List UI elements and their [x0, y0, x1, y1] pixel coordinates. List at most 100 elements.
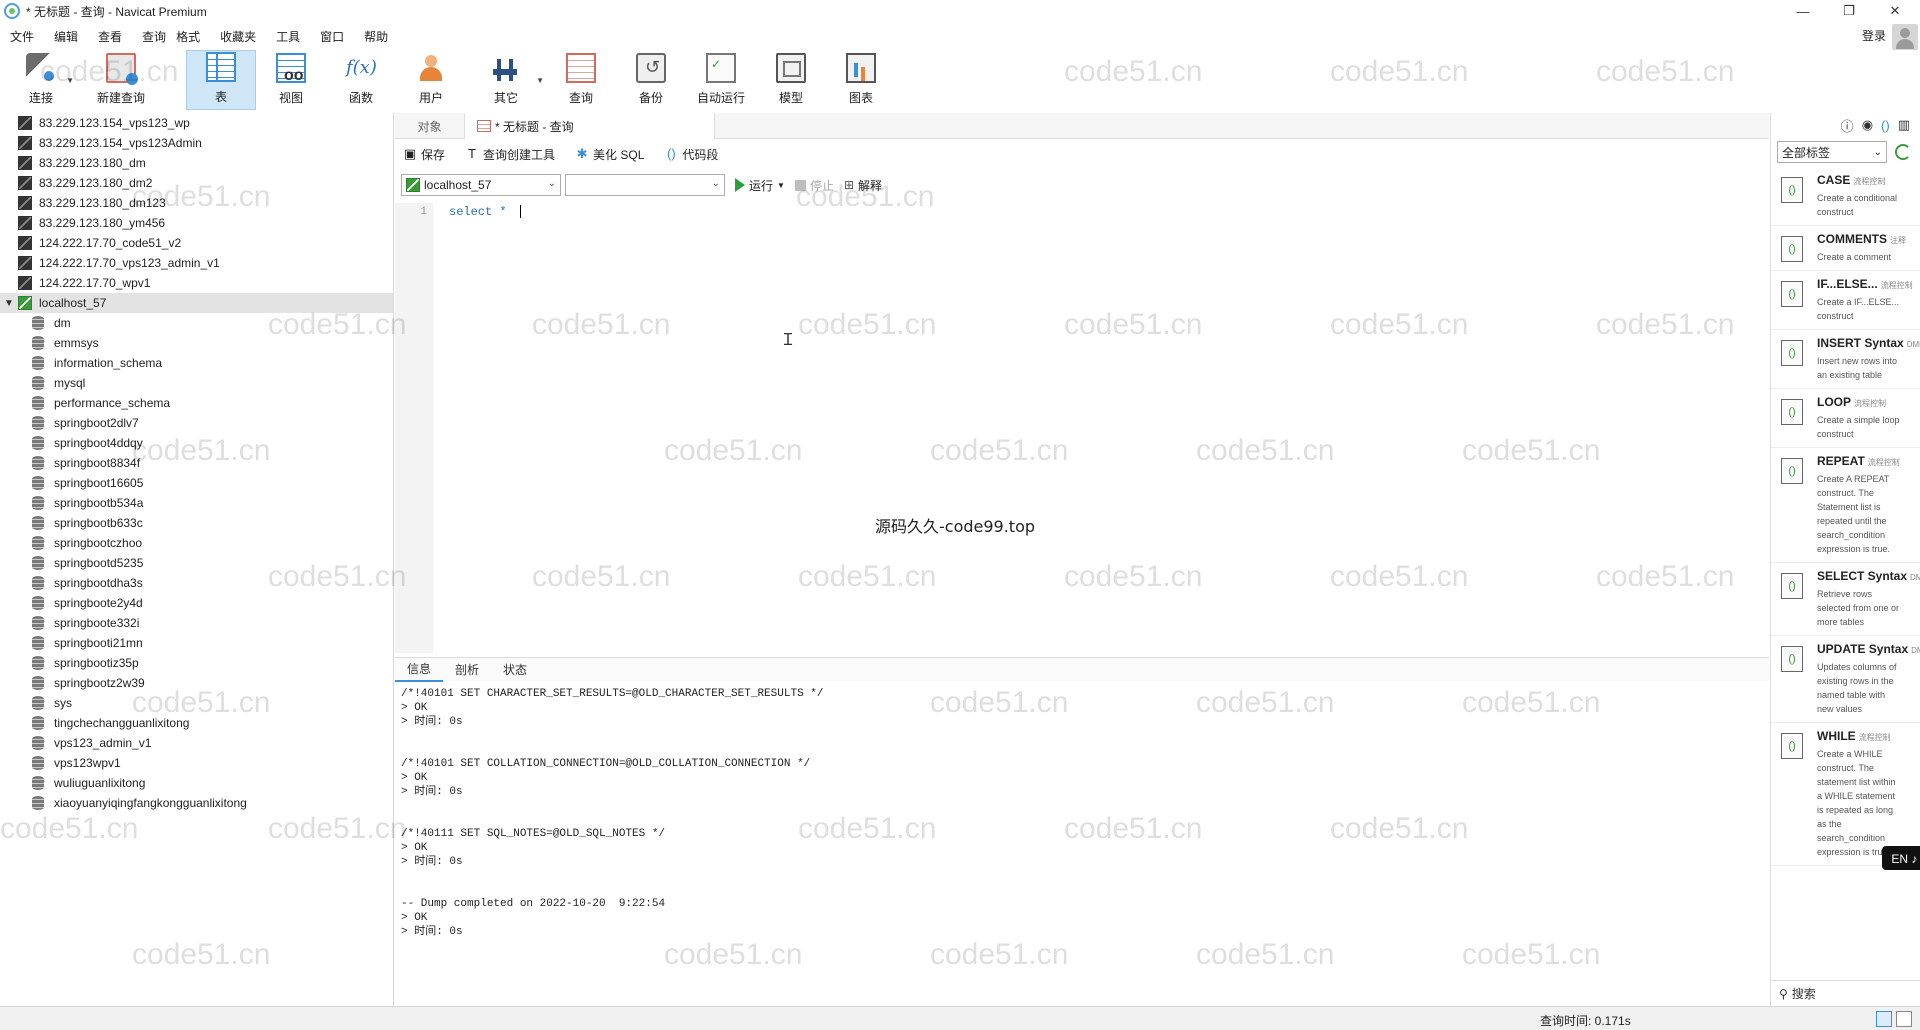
- tree-database[interactable]: springboote332i: [0, 613, 393, 633]
- tree-database[interactable]: mysql: [0, 373, 393, 393]
- tree-database[interactable]: springbootczhoo: [0, 533, 393, 553]
- info-icon[interactable]: ⓘ: [1841, 116, 1854, 135]
- tree-connection[interactable]: 83.229.123.154_vps123Admin: [0, 133, 393, 153]
- snippet-item[interactable]: () WHILE 流程控制 Create a WHILE construct. The…: [1771, 723, 1920, 866]
- sql-code[interactable]: select *: [449, 203, 521, 221]
- snippet-item[interactable]: ()INSERT SyntaxDMLInsert new rows into a…: [1771, 330, 1920, 389]
- model-button[interactable]: 模型: [756, 50, 826, 110]
- chevron-down-icon[interactable]: ▼: [536, 76, 544, 85]
- chevron-down-icon[interactable]: ▼: [777, 181, 785, 190]
- eye-icon[interactable]: ◉: [1862, 117, 1873, 133]
- tree-connection[interactable]: 124.222.17.70_wpv1: [0, 273, 393, 293]
- minimize-button[interactable]: —: [1780, 0, 1826, 22]
- user-button[interactable]: 用户: [396, 50, 466, 110]
- snippet-item[interactable]: () COMMENTS 注释 Create a comment: [1771, 226, 1920, 271]
- code-snippet-button[interactable]: () 代码段: [656, 146, 718, 163]
- beautify-sql-button[interactable]: ✱ 美化 SQL: [567, 146, 645, 163]
- tree-database[interactable]: tingchechangguanlixitong: [0, 713, 393, 733]
- tree-database[interactable]: springbootdha3s: [0, 573, 393, 593]
- run-button[interactable]: 运行 ▼: [735, 177, 785, 194]
- function-button[interactable]: 函数: [326, 50, 396, 110]
- maximize-button[interactable]: ❐: [1826, 0, 1872, 22]
- view-button[interactable]: 视图: [256, 50, 326, 110]
- tree-database[interactable]: vps123wpv1: [0, 753, 393, 773]
- tree-database[interactable]: xiaoyuanyiqingfangkongguanlixitong: [0, 793, 393, 813]
- other-button[interactable]: 其它 ▼: [466, 50, 546, 110]
- snippet-item[interactable]: () REPEAT 流程控制 Create A REPEAT construct. T…: [1771, 448, 1920, 563]
- tree-database[interactable]: emmsys: [0, 333, 393, 353]
- tree-database[interactable]: springbootiz35p: [0, 653, 393, 673]
- menu-format[interactable]: 格式: [176, 28, 210, 45]
- auto-run-button[interactable]: 自动运行: [686, 50, 756, 110]
- menu-file[interactable]: 文件: [0, 28, 44, 45]
- close-button[interactable]: ✕: [1872, 0, 1918, 22]
- menu-tools[interactable]: 工具: [266, 28, 310, 45]
- layout-icon[interactable]: ▥: [1898, 117, 1910, 133]
- snippet-item[interactable]: () IF...ELSE... 流程控制 Create a IF...ELSE... …: [1771, 271, 1920, 330]
- query-builder-button[interactable]: T 查询创建工具: [457, 146, 555, 163]
- menu-view[interactable]: 查看: [88, 28, 132, 45]
- database-select[interactable]: ⌄: [565, 174, 725, 196]
- tree-database[interactable]: springboot8834f: [0, 453, 393, 473]
- list-view-icon[interactable]: [1876, 1011, 1892, 1027]
- snippet-item[interactable]: ()UPDATE SyntaxDMLUpdates columns of exi…: [1771, 636, 1920, 723]
- chevron-down-icon[interactable]: ▼: [4, 298, 14, 309]
- tree-database[interactable]: springbootb633c: [0, 513, 393, 533]
- explain-button[interactable]: ⊞ 解释: [844, 177, 882, 194]
- tab-objects[interactable]: 对象: [395, 113, 465, 139]
- tree-database[interactable]: springboot2dlv7: [0, 413, 393, 433]
- tree-database[interactable]: vps123_admin_v1: [0, 733, 393, 753]
- stop-button[interactable]: 停止: [794, 177, 834, 194]
- tab-profile[interactable]: 剖析: [443, 658, 491, 682]
- tree-database[interactable]: springboot4ddqy: [0, 433, 393, 453]
- tree-database[interactable]: springbootz2w39: [0, 673, 393, 693]
- refresh-icon[interactable]: [1895, 144, 1911, 160]
- snippet-search-input[interactable]: ⚲ 搜索: [1771, 980, 1920, 1006]
- save-button[interactable]: ▣ 保存: [395, 146, 445, 163]
- tree-database[interactable]: performance_schema: [0, 393, 393, 413]
- tree-connection[interactable]: 83.229.123.180_dm123: [0, 193, 393, 213]
- tree-connection[interactable]: 83.229.123.180_dm: [0, 153, 393, 173]
- braces-icon[interactable]: (): [1881, 118, 1890, 133]
- chart-button[interactable]: 图表: [826, 50, 896, 110]
- table-button[interactable]: 表: [186, 50, 256, 110]
- tree-database[interactable]: dm: [0, 313, 393, 333]
- snippet-item[interactable]: () CASE 流程控制 Create a conditional construct: [1771, 167, 1920, 226]
- avatar[interactable]: [1892, 24, 1918, 50]
- tree-database[interactable]: information_schema: [0, 353, 393, 373]
- detail-view-icon[interactable]: [1896, 1011, 1912, 1027]
- connection-select[interactable]: localhost_57 ⌄: [401, 174, 561, 196]
- tree-database[interactable]: sys: [0, 693, 393, 713]
- tab-query[interactable]: * 无标题 - 查询: [465, 113, 715, 139]
- sql-editor[interactable]: 1 select * Ｉ 源码久久-code99.top: [395, 203, 1769, 653]
- chevron-down-icon[interactable]: ▼: [66, 76, 74, 85]
- tree-database[interactable]: wuliuguanlixitong: [0, 773, 393, 793]
- menu-edit[interactable]: 编辑: [44, 28, 88, 45]
- tree-database[interactable]: springbooti21mn: [0, 633, 393, 653]
- tree-database[interactable]: springboot16605: [0, 473, 393, 493]
- tree-connection[interactable]: 83.229.123.180_ym456: [0, 213, 393, 233]
- tree-database[interactable]: springbootd5235: [0, 553, 393, 573]
- tab-status[interactable]: 状态: [491, 658, 539, 682]
- tree-database[interactable]: springbootb534a: [0, 493, 393, 513]
- menu-favorites[interactable]: 收藏夹: [210, 28, 266, 45]
- tree-database[interactable]: springboote2y4d: [0, 593, 393, 613]
- tree-connection-open[interactable]: ▼ localhost_57: [0, 293, 393, 313]
- backup-button[interactable]: 备份: [616, 50, 686, 110]
- menu-help[interactable]: 帮助: [354, 28, 398, 45]
- ime-indicator[interactable]: EN ♪ 简: [1882, 846, 1920, 870]
- query-button[interactable]: 查询: [546, 50, 616, 110]
- tree-connection[interactable]: 83.229.123.154_vps123_wp: [0, 113, 393, 133]
- menu-window[interactable]: 窗口: [310, 28, 354, 45]
- snippet-item[interactable]: () LOOP 流程控制 Create a simple loop construct: [1771, 389, 1920, 448]
- menu-query[interactable]: 查询: [132, 28, 176, 45]
- connect-button[interactable]: 连接 ▼: [6, 50, 76, 110]
- tab-info[interactable]: 信息: [395, 658, 444, 682]
- tree-connection[interactable]: 83.229.123.180_dm2: [0, 173, 393, 193]
- tree-connection[interactable]: 124.222.17.70_code51_v2: [0, 233, 393, 253]
- snippet-item[interactable]: ()SELECT SyntaxDMLRetrieve rows selected…: [1771, 563, 1920, 636]
- login-link[interactable]: 登录: [1862, 27, 1886, 44]
- tree-connection[interactable]: 124.222.17.70_vps123_admin_v1: [0, 253, 393, 273]
- new-query-button[interactable]: 新建查询: [76, 50, 166, 110]
- tag-filter-select[interactable]: 全部标签 ⌄: [1777, 141, 1887, 163]
